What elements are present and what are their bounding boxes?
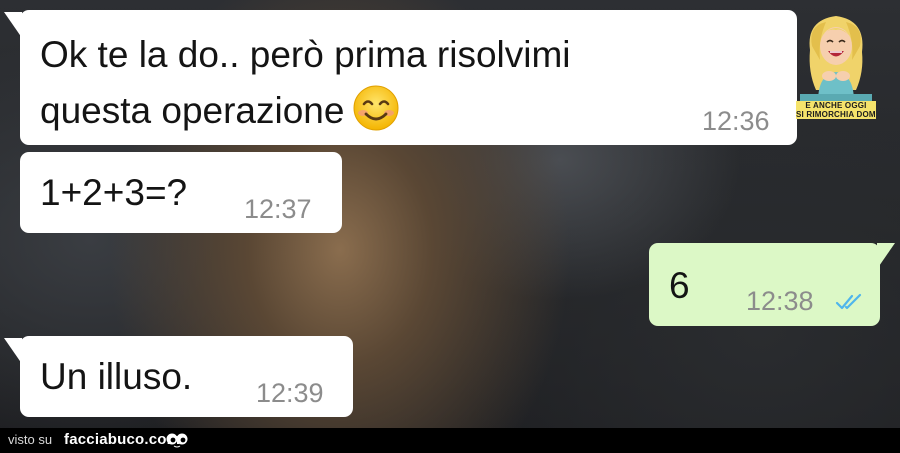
message-bubble-incoming[interactable]: Un illuso. 12:39 xyxy=(20,336,353,417)
message-time: 12:38 xyxy=(746,286,814,316)
sticker-caption-line: E ANCHE OGGI xyxy=(805,101,867,110)
message-bubble-incoming[interactable]: Ok te la do.. però prima risolvimi quest… xyxy=(20,10,797,145)
message-text: questa operazione xyxy=(40,84,400,138)
message-text: 6 xyxy=(669,265,690,306)
message-bubble-outgoing[interactable]: 6 12:38 xyxy=(649,243,880,326)
message-time: 12:37 xyxy=(244,194,312,224)
blonde-woman-sticker-icon xyxy=(800,16,872,102)
eyes-logo-icon xyxy=(166,433,188,448)
message-time: 12:39 xyxy=(256,378,324,408)
message-bubble-incoming[interactable]: 1+2+3=? 12:37 xyxy=(20,152,342,233)
smiling-face-icon xyxy=(353,85,399,131)
message-text: 1+2+3=? xyxy=(40,172,188,213)
message-text: Un illuso. xyxy=(40,356,193,397)
watermark-footer: visto su facciabuco.com xyxy=(0,428,900,453)
sticker-caption-line: SI RIMORCHIA DOMANI xyxy=(796,110,876,119)
message-time: 12:36 xyxy=(702,106,770,136)
message-text-line: questa operazione xyxy=(40,90,345,131)
sticker-caption: E ANCHE OGGI SI RIMORCHIA DOMANI xyxy=(796,101,876,119)
sticker-image: E ANCHE OGGI SI RIMORCHIA DOMANI xyxy=(796,10,876,126)
footer-site-link[interactable]: facciabuco.com xyxy=(64,431,180,448)
footer-visto-su: visto su xyxy=(8,432,53,447)
message-text: Ok te la do.. però prima risolvimi xyxy=(40,34,571,75)
read-double-tick-icon xyxy=(835,293,862,310)
